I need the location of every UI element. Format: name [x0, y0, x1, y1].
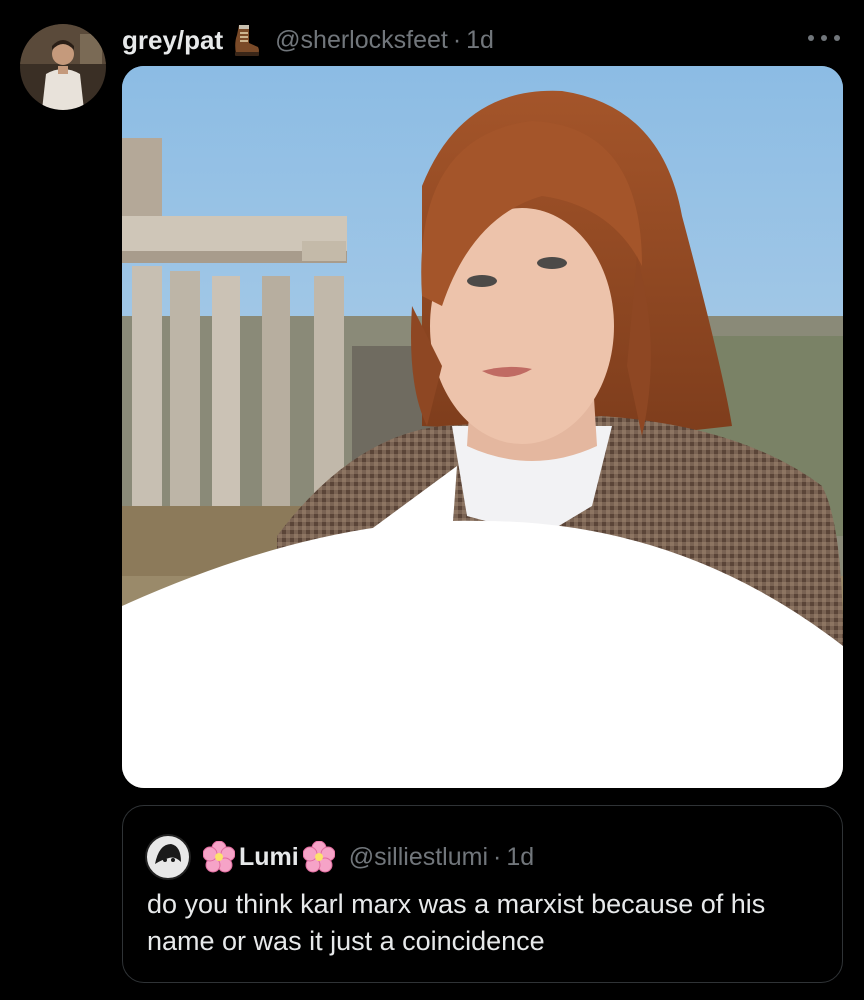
separator-dot: ·	[452, 25, 462, 54]
cherry-blossom-icon	[203, 841, 235, 873]
quoted-author-handle[interactable]: @silliestlumi	[349, 843, 488, 872]
tweet-timestamp[interactable]: 1d	[466, 26, 494, 55]
quoted-tweet[interactable]: Lumi @silliestlumi · 1d do you think kar…	[122, 805, 843, 983]
author-handle[interactable]: @sherlocksfeet	[275, 26, 448, 55]
separator-dot: ·	[493, 842, 502, 871]
quoted-tweet-text: do you think karl marx was a marxist bec…	[147, 889, 766, 956]
author-display-name[interactable]: grey/pat	[122, 25, 223, 56]
author-avatar[interactable]	[20, 24, 106, 110]
quoted-tweet-timestamp[interactable]: 1d	[506, 843, 534, 872]
cherry-blossom-icon	[302, 841, 335, 873]
quoted-author-name[interactable]: Lumi	[239, 843, 299, 872]
tweet-media-image[interactable]	[122, 66, 843, 788]
quoted-tweet-header: Lumi @silliestlumi · 1d	[145, 832, 534, 882]
more-options-icon[interactable]	[808, 26, 840, 50]
tweet-header: grey/pat @sherlocksfeet · 1d	[122, 20, 494, 60]
quoted-author-avatar[interactable]	[145, 834, 191, 880]
hiking-boot-icon	[231, 23, 261, 57]
